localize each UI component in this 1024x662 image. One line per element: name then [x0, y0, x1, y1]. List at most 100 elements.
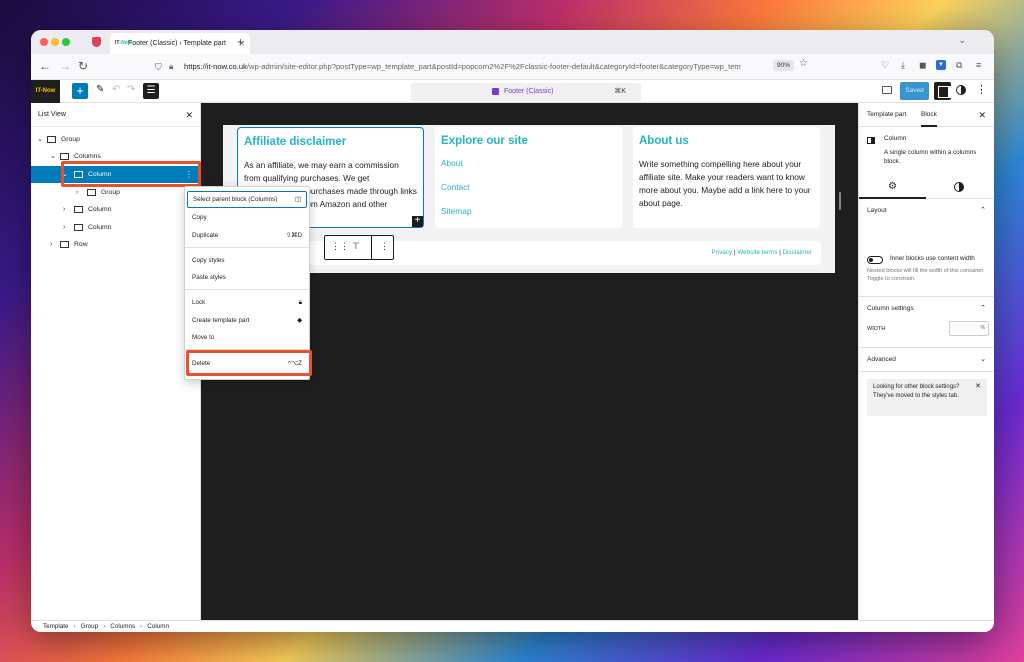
- redo-icon[interactable]: ↷: [127, 84, 135, 95]
- chevron-down-icon[interactable]: ⌄: [37, 131, 43, 148]
- panel-divider: [859, 371, 994, 372]
- gear-icon[interactable]: ⚙: [859, 177, 926, 199]
- privacy-shield-icon[interactable]: [92, 37, 101, 47]
- saved-button[interactable]: Saved: [900, 82, 929, 100]
- link-website-terms[interactable]: Website terms: [737, 249, 777, 256]
- menu-hamburger-icon[interactable]: ≡: [976, 60, 981, 70]
- tab-template-part[interactable]: Template part: [867, 103, 906, 127]
- list-item-group[interactable]: ⌄ Group: [31, 131, 201, 148]
- add-block-icon[interactable]: +: [412, 216, 423, 227]
- panel-column-settings-header[interactable]: Column settings ⌃: [859, 299, 994, 319]
- bookmark-star-icon[interactable]: ☆: [799, 58, 808, 69]
- list-item-group-nested[interactable]: › Group: [31, 184, 201, 201]
- column-heading[interactable]: About us: [639, 135, 814, 147]
- settings-sidebar-button[interactable]: [934, 82, 952, 100]
- chevron-down-icon[interactable]: ⌄: [62, 166, 68, 183]
- close-icon[interactable]: ✕: [975, 382, 981, 391]
- new-tab-button[interactable]: +: [237, 35, 244, 49]
- resize-handle[interactable]: [839, 192, 841, 210]
- panel-layout-header[interactable]: Layout ⌃: [859, 201, 994, 221]
- column-block-icon: [867, 137, 875, 144]
- pocket-icon[interactable]: ♡: [881, 60, 889, 71]
- browser-tab[interactable]: IT-Now Footer (Classic) ‹ Template part …: [110, 33, 250, 54]
- column-about-us[interactable]: About us Write something compelling here…: [633, 127, 820, 228]
- content-width-toggle[interactable]: [867, 256, 883, 264]
- tab-block[interactable]: Block: [921, 103, 937, 127]
- width-input[interactable]: %: [949, 321, 989, 336]
- site-logo[interactable]: IT-Now: [31, 80, 60, 103]
- column-explore-site[interactable]: Explore our site About Contact Sitemap: [435, 127, 622, 228]
- drag-handle-icon[interactable]: ⋮⋮: [331, 241, 349, 252]
- close-window-button[interactable]: [40, 38, 48, 46]
- zoom-level-badge[interactable]: 90%: [773, 60, 795, 71]
- column-text[interactable]: Write something compelling here about yo…: [639, 158, 814, 210]
- list-item-row[interactable]: › Row: [31, 236, 201, 253]
- link-contact[interactable]: Contact: [441, 182, 616, 192]
- list-view-toggle-button[interactable]: ☰: [143, 83, 159, 99]
- options-kebab-icon[interactable]: ⋮: [185, 166, 193, 183]
- chevron-down-icon[interactable]: ⌄: [50, 148, 56, 165]
- link-privacy[interactable]: Privacy: [712, 249, 733, 256]
- lock-icon[interactable]: 🔒︎: [169, 57, 173, 77]
- tracking-shield-icon[interactable]: ⛉: [155, 57, 162, 77]
- chevron-right-icon[interactable]: ›: [76, 184, 78, 201]
- chevron-up-icon[interactable]: ⌃: [980, 201, 986, 221]
- menu-item-select-parent[interactable]: Select parent block (Columns) ◫: [187, 191, 307, 208]
- menu-item-create-template-part[interactable]: Create template part ◆: [187, 312, 307, 329]
- chevron-down-icon[interactable]: ⌄: [980, 350, 986, 370]
- settings-sidebar: Template part Block ✕ Column A single co…: [858, 103, 994, 620]
- width-unit[interactable]: %: [981, 325, 985, 331]
- reload-icon[interactable]: ↻: [78, 59, 88, 73]
- chevron-up-icon[interactable]: ⌃: [980, 299, 986, 319]
- styles-icon[interactable]: [956, 85, 966, 95]
- back-arrow-icon[interactable]: ←: [39, 59, 51, 73]
- list-item-columns[interactable]: ⌄ Columns: [31, 148, 201, 165]
- close-icon[interactable]: ✕: [185, 103, 193, 127]
- puzzle-extensions-icon[interactable]: ⧉: [956, 60, 962, 71]
- menu-item-delete[interactable]: Delete ^⌥Z: [187, 355, 307, 372]
- chevron-right-icon[interactable]: ›: [50, 236, 52, 253]
- list-item-column-selected[interactable]: ⌄ Column ⋮: [31, 166, 201, 183]
- align-top-icon[interactable]: ⊤: [352, 241, 360, 252]
- forward-arrow-icon[interactable]: →: [59, 59, 71, 73]
- zoom-window-button[interactable]: [62, 38, 70, 46]
- breadcrumb-item[interactable]: Template: [43, 623, 69, 630]
- menu-item-paste-styles[interactable]: Paste styles: [187, 269, 307, 286]
- column-heading[interactable]: Affiliate disclaimer: [244, 136, 417, 148]
- minimize-window-button[interactable]: [51, 38, 59, 46]
- menu-item-copy[interactable]: Copy: [187, 209, 307, 226]
- device-preview-icon[interactable]: [882, 86, 892, 94]
- settings-styles-tabs: ⚙: [859, 177, 994, 199]
- chevron-right-icon[interactable]: ›: [63, 201, 65, 218]
- more-options-icon[interactable]: ⋮: [976, 83, 987, 96]
- download-icon[interactable]: ⤓: [901, 60, 905, 71]
- list-item-column-2[interactable]: › Column: [31, 201, 201, 218]
- undo-icon[interactable]: ↶: [112, 84, 120, 95]
- menu-item-copy-styles[interactable]: Copy styles: [187, 252, 307, 269]
- menu-item-lock[interactable]: Lock 🔒︎: [187, 294, 307, 311]
- command-palette-bar[interactable]: Footer (Classic) ⌘K: [411, 83, 641, 101]
- link-about[interactable]: About: [441, 158, 616, 168]
- footer-bottom-row[interactable]: Privacy | Website terms | Disclaimer: [233, 241, 821, 265]
- link-sitemap[interactable]: Sitemap: [441, 206, 616, 216]
- more-options-icon[interactable]: ⋮: [380, 241, 389, 252]
- link-disclaimer[interactable]: Disclaimer: [783, 249, 812, 256]
- list-view-title: List View: [38, 111, 66, 118]
- column-heading[interactable]: Explore our site: [441, 135, 616, 147]
- menu-item-move-to[interactable]: Move to: [187, 329, 307, 346]
- panel-advanced-header[interactable]: Advanced ⌄: [859, 350, 994, 370]
- block-inserter-button[interactable]: +: [72, 83, 88, 99]
- url-field[interactable]: ⛉ 🔒︎ https://it-now.co.uk/wp-admin/site-…: [151, 57, 811, 77]
- address-bar-row: ← → ↻ ⛉ 🔒︎ https://it-now.co.uk/wp-admin…: [31, 54, 994, 80]
- extension-badge-icon[interactable]: ▼: [936, 60, 946, 70]
- breadcrumb-item[interactable]: Columns: [110, 623, 135, 630]
- pencil-tools-icon[interactable]: ✎: [96, 84, 104, 95]
- breadcrumb-item[interactable]: Group: [81, 623, 99, 630]
- chevron-right-icon[interactable]: ›: [63, 219, 65, 236]
- styles-half-circle-icon[interactable]: [954, 182, 964, 192]
- menu-item-duplicate[interactable]: Duplicate ⇧⌘D: [187, 227, 307, 244]
- extension-icon[interactable]: ◼: [919, 60, 926, 71]
- close-icon[interactable]: ✕: [978, 103, 986, 127]
- list-item-column-3[interactable]: › Column: [31, 219, 201, 236]
- tab-list-chevron-icon[interactable]: ⌄: [958, 35, 966, 46]
